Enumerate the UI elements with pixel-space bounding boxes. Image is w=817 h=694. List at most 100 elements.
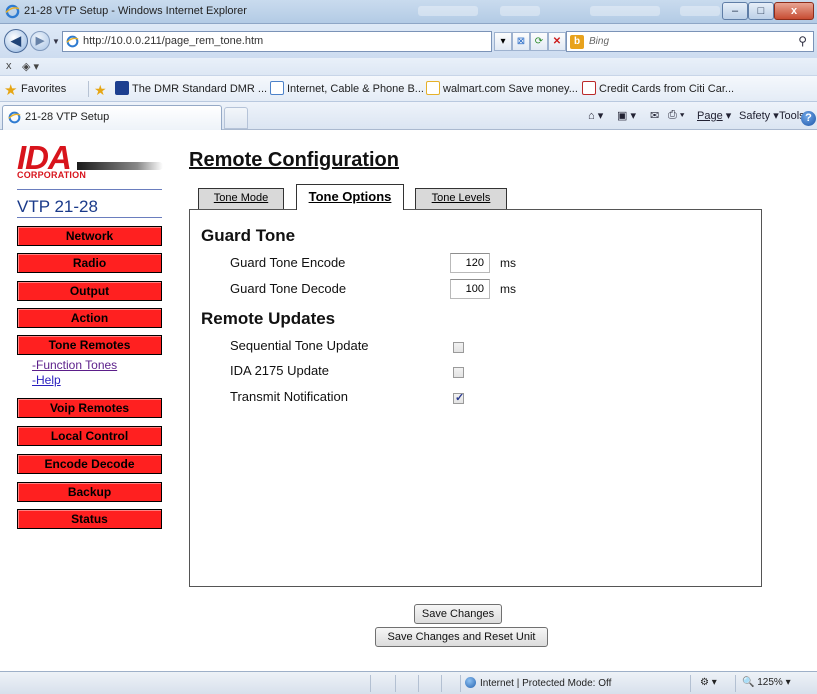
guard-tone-decode-input[interactable]: 100 [450,279,490,299]
bing-icon: b [570,35,584,49]
nav-status[interactable]: Status [17,509,162,529]
tab-bar: 21-28 VTP Setup ⌂ ▾ ▣ ▾ ✉ ⎙ ▾ Page ▾ Saf… [0,102,817,130]
ida-2175-update-label: IDA 2175 Update [230,363,330,378]
url-field[interactable]: http://10.0.0.211/page_rem_tone.htm [62,31,492,52]
logo-swoosh [77,162,163,170]
maximize-button[interactable]: □ [748,2,774,20]
window-title-bar: 21-28 VTP Setup - Windows Internet Explo… [0,0,817,24]
security-zone[interactable]: Internet | Protected Mode: Off [465,677,611,689]
webslice-icon [270,81,284,95]
favorite-item[interactable]: Credit Cards from Citi Car... [582,80,734,98]
close-button[interactable]: x [774,2,814,20]
tab-tone-levels[interactable]: Tone Levels [415,188,507,210]
ida-logo: IDA CORPORATION [17,139,163,183]
ie-icon [5,4,20,19]
favorites-button[interactable]: ★ Favorites [4,80,66,98]
zoom-control[interactable]: 🔍 125% ▾ [742,677,791,688]
model-title: VTP 21-28 [17,197,98,216]
favorite-item[interactable]: walmart.com Save money... [426,80,578,98]
nav-encode-decode[interactable]: Encode Decode [17,454,162,474]
new-tab-button[interactable] [224,107,248,129]
search-input[interactable]: b Bing ⚲ [566,31,814,52]
address-bar: ◀ ▶ ▼ http://10.0.0.211/page_rem_tone.ht… [0,24,817,58]
guard-tone-encode-unit: ms [500,256,516,270]
citi-icon [582,81,596,95]
back-button[interactable]: ◀ [4,29,28,53]
help-menu[interactable]: ? [801,109,816,126]
search-placeholder: Bing [589,36,610,47]
save-changes-button[interactable]: Save Changes [414,604,502,624]
walmart-icon [426,81,440,95]
transmit-notification-checkbox[interactable] [453,391,464,404]
compat-view-icon[interactable]: ⊠ [512,32,530,51]
divider [735,675,736,692]
zoom-icon: 🔍 [742,677,755,688]
addon-icon[interactable]: ◈ ▾ [22,60,39,73]
dmr-icon [115,81,129,95]
divider [460,675,461,692]
logo-subtext: CORPORATION [17,170,87,180]
divider [17,189,162,190]
add-favorite-icon: ★ [94,82,107,98]
nav-radio[interactable]: Radio [17,253,162,273]
stop-icon[interactable]: ✕ [548,32,566,51]
guard-tone-decode-label: Guard Tone Decode [230,281,347,296]
favorite-item[interactable]: The DMR Standard DMR ... [115,80,267,98]
nav-voip-remotes[interactable]: Voip Remotes [17,398,162,418]
nav-help-link[interactable]: -Help [32,373,61,387]
refresh-icon[interactable]: ⟳ [530,32,548,51]
title-bar-ghost [680,6,720,16]
browser-tab[interactable]: 21-28 VTP Setup [2,105,222,130]
title-bar-ghost [500,6,540,16]
divider [690,675,691,692]
nav-network[interactable]: Network [17,226,162,246]
mail-icon[interactable]: ✉ [650,109,659,122]
window-title: 21-28 VTP Setup - Windows Internet Explo… [24,5,247,17]
addon-status-icon[interactable]: ⚙ ▾ [700,677,717,688]
nav-output[interactable]: Output [17,281,162,301]
tab-label: 21-28 VTP Setup [25,111,110,123]
page-title: Remote Configuration [189,149,399,171]
divider [395,675,396,692]
page-icon [66,35,79,48]
divider [418,675,419,692]
url-dropdown-icon[interactable]: ▾ [494,32,512,51]
nav-function-tones-link[interactable]: -Function Tones [32,358,117,372]
nav-action[interactable]: Action [17,308,162,328]
print-icon[interactable]: ⎙ ▾ [668,109,684,122]
nav-backup[interactable]: Backup [17,482,162,502]
guard-tone-encode-input[interactable]: 120 [450,253,490,273]
guard-tone-heading: Guard Tone [201,226,296,245]
remote-updates-heading: Remote Updates [201,309,336,328]
tab-tone-options[interactable]: Tone Options [296,184,404,210]
add-favorite-button[interactable]: ★ [94,80,111,98]
home-icon[interactable]: ⌂ ▾ [588,109,603,122]
globe-icon [465,677,476,688]
feeds-icon[interactable]: ▣ ▾ [617,109,636,122]
sequential-tone-update-label: Sequential Tone Update [230,338,369,353]
nav-local-control[interactable]: Local Control [17,426,162,446]
minimize-button[interactable]: – [722,2,748,20]
favorite-item[interactable]: Internet, Cable & Phone B... [270,80,424,98]
transmit-notification-label: Transmit Notification [230,389,348,404]
save-reset-button[interactable]: Save Changes and Reset Unit [375,627,548,647]
nav-tone-remotes[interactable]: Tone Remotes [17,335,162,355]
ida-2175-update-checkbox[interactable] [453,367,464,378]
page-content: IDA CORPORATION VTP 21-28 Network Radio … [0,131,817,671]
guard-tone-decode-unit: ms [500,282,516,296]
tab-tone-mode[interactable]: Tone Mode [198,188,284,210]
sequential-tone-update-checkbox[interactable] [453,342,464,353]
forward-button[interactable]: ▶ [30,31,50,51]
divider [441,675,442,692]
history-dropdown-icon[interactable]: ▼ [52,37,60,46]
search-icon[interactable]: ⚲ [798,34,807,48]
star-icon: ★ [4,82,18,99]
divider [17,217,162,218]
safety-menu[interactable]: Safety ▾ [739,109,779,122]
url-text[interactable]: http://10.0.0.211/page_rem_tone.htm [83,35,263,47]
guard-tone-encode-label: Guard Tone Encode [230,255,346,270]
divider [88,81,89,97]
title-bar-ghost [418,6,478,16]
toolbar-close-icon[interactable]: x [6,60,12,72]
page-menu[interactable]: Page ▾ [697,109,731,122]
